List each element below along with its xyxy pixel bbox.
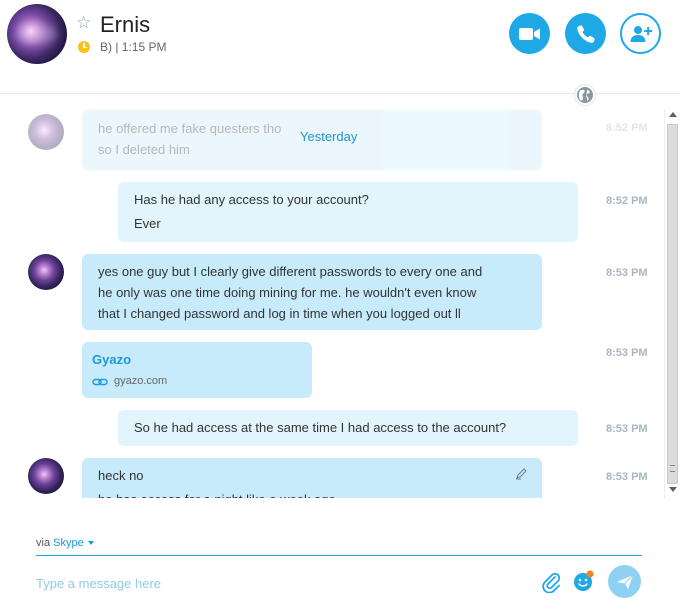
- link-url[interactable]: gyazo.com: [114, 371, 167, 392]
- message-text: he has access for a night like a week ag…: [98, 489, 526, 498]
- add-person-icon: [630, 25, 652, 42]
- add-people-button[interactable]: [620, 13, 661, 54]
- message-text: Ever: [134, 216, 161, 231]
- message-bubble-outgoing[interactable]: Has he had any access to your account? E…: [118, 182, 578, 242]
- link-icon: [92, 378, 108, 385]
- composer-divider: [36, 555, 642, 556]
- globe-icon[interactable]: [574, 84, 596, 106]
- audio-call-button[interactable]: [565, 13, 606, 54]
- message-timestamp: 8:52 PM: [606, 195, 648, 207]
- contact-status: B) | 1:15 PM: [100, 40, 167, 54]
- message-text: that I changed password and log in time …: [98, 306, 461, 321]
- message-bubble-outgoing[interactable]: So he had access at the same time I had …: [118, 410, 578, 446]
- scrollbar[interactable]: [664, 110, 680, 498]
- date-separator: Yesterday: [300, 129, 358, 144]
- message-timestamp: 8:53 PM: [606, 471, 648, 483]
- message-bubble-incoming[interactable]: yes one guy but I clearly give different…: [82, 254, 542, 330]
- via-service[interactable]: Skype: [53, 537, 84, 549]
- message-list[interactable]: he offered me fake questers tho so I del…: [0, 110, 664, 498]
- avatar[interactable]: [28, 254, 64, 290]
- avatar: [28, 114, 64, 150]
- avatar[interactable]: [7, 4, 67, 64]
- avatar[interactable]: [28, 458, 64, 494]
- message-timestamp: 8:53 PM: [606, 267, 648, 279]
- message-text: yes one guy but I clearly give different…: [98, 264, 483, 279]
- message-bubble-incoming[interactable]: heck no he has access for a night like a…: [82, 458, 542, 498]
- paperclip-icon[interactable]: [541, 571, 561, 593]
- video-camera-icon: [518, 27, 540, 40]
- edited-pencil-icon: [516, 468, 527, 480]
- emoji-icon[interactable]: [573, 570, 595, 592]
- message-timestamp: 8:53 PM: [606, 423, 648, 435]
- via-label: via: [36, 537, 51, 549]
- status-clock-icon: [78, 41, 90, 53]
- phone-icon: [576, 24, 595, 43]
- star-icon[interactable]: ☆: [76, 14, 91, 31]
- message-text: So he had access at the same time I had …: [134, 420, 507, 435]
- message-input[interactable]: [36, 572, 516, 594]
- link-title[interactable]: Gyazo: [92, 349, 302, 370]
- message-timestamp: 8:52 PM: [606, 122, 648, 134]
- message-timestamp: 8:53 PM: [606, 347, 648, 359]
- conversation-header: ☆ Ernis B) | 1:15 PM: [0, 0, 680, 94]
- chevron-down-icon[interactable]: [87, 541, 94, 546]
- video-call-button[interactable]: [509, 13, 550, 54]
- scrollbar-thumb[interactable]: [667, 124, 678, 484]
- message-text: heck no: [98, 468, 144, 483]
- send-button[interactable]: [608, 565, 641, 598]
- contact-name[interactable]: Ernis: [100, 12, 150, 38]
- send-icon: [616, 574, 633, 589]
- scroll-down-arrow-icon[interactable]: [669, 487, 677, 492]
- link-preview-card[interactable]: Gyazo gyazo.com: [82, 342, 312, 398]
- message-text: Has he had any access to your account?: [134, 192, 369, 207]
- message-text: he only was one time doing mining for me…: [98, 285, 477, 300]
- scroll-up-arrow-icon[interactable]: [669, 112, 677, 117]
- scrollbar-grip: [670, 465, 675, 472]
- via-service-selector[interactable]: via Skype: [36, 537, 94, 549]
